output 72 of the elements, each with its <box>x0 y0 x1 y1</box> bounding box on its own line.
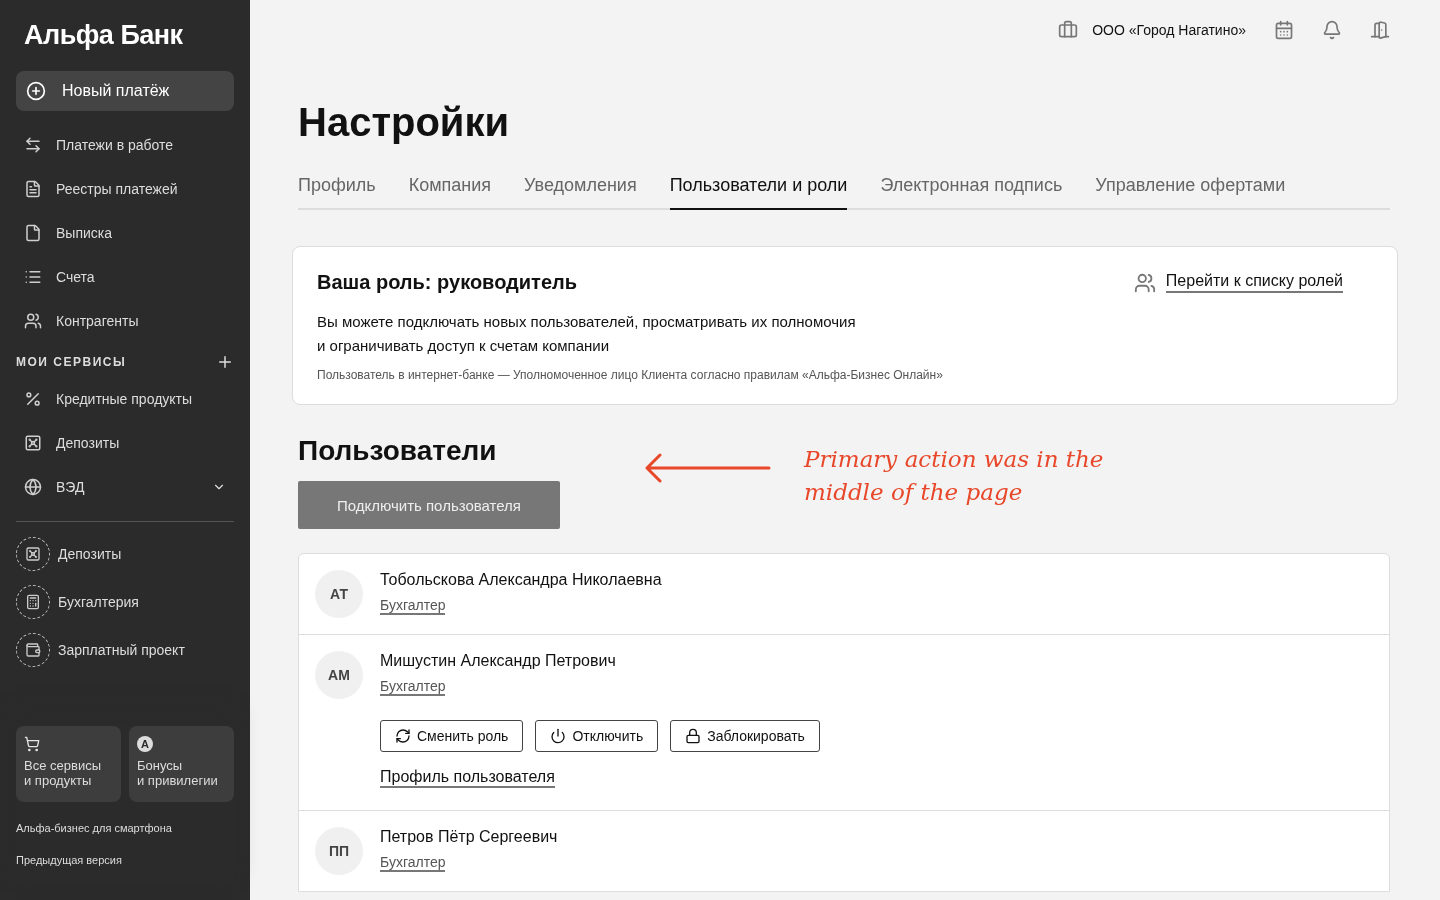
role-note: Пользователь в интернет-банке — Уполномоченное лицо Клиента согласно правилам «Альфа-Бизнес Онлайн» <box>317 368 944 382</box>
user-name: Петров Пётр Сергеевич <box>380 828 558 846</box>
user-name: Тобольскова Александра Николаевна <box>380 571 662 589</box>
tab[interactable]: Компания <box>408 175 492 210</box>
footer-link[interactable]: Предыдущая версия <box>16 854 234 866</box>
wallet-icon <box>25 642 41 658</box>
company-name[interactable]: ООО «Город Нагатино» <box>1092 22 1246 38</box>
file-icon <box>24 224 42 242</box>
calculator-icon <box>25 594 41 610</box>
role-link[interactable]: Бухгалтер <box>380 678 446 696</box>
add-icon[interactable] <box>216 353 234 371</box>
add-user-button[interactable]: Подключить пользователя <box>298 481 560 529</box>
role-link[interactable]: Бухгалтер <box>380 597 446 615</box>
nav-item[interactable]: Реестры платежей <box>16 167 234 211</box>
role-description: Вы можете подключать новых пользователей, просматривать их полномочия и ограничивать доступ к счетам компании <box>317 312 857 356</box>
bonus-icon: A <box>137 736 153 752</box>
tab[interactable]: Профиль <box>298 175 376 210</box>
action-button[interactable]: Заблокировать <box>670 720 820 752</box>
avatar: АМ <box>315 651 363 699</box>
tab[interactable]: Управление офертами <box>1095 175 1286 210</box>
nav-item[interactable]: Платежи в работе <box>16 123 234 167</box>
footer-link[interactable]: Альфа-бизнес для смартфона <box>16 822 234 834</box>
document-icon <box>24 180 42 198</box>
nav-item[interactable]: Выписка <box>16 211 234 255</box>
nav-item[interactable]: Кредитные продукты <box>16 377 234 421</box>
percent-icon <box>24 390 42 408</box>
calendar-icon[interactable] <box>1274 20 1294 40</box>
tab[interactable]: Электронная подпись <box>880 175 1063 210</box>
tab[interactable]: Уведомления <box>524 175 637 210</box>
logo: Альфа Банк <box>24 20 184 51</box>
safe-icon <box>25 546 41 562</box>
people-icon <box>24 312 42 330</box>
lock-icon <box>685 728 702 744</box>
nav-item[interactable]: ВЭД <box>16 465 234 509</box>
nav-item[interactable]: Депозиты <box>16 421 234 465</box>
service-item[interactable]: Бухгалтерия <box>16 578 234 626</box>
new-payment-button[interactable]: Новый платёж <box>16 71 234 111</box>
action-button[interactable]: Сменить роль <box>380 720 524 752</box>
service-tile[interactable]: Все сервисы и продукты <box>16 726 121 802</box>
card-title: Ваша роль: руководитель <box>317 271 577 294</box>
globe-icon <box>24 478 42 496</box>
plus-icon <box>26 81 46 101</box>
tab[interactable]: Пользователи и роли <box>669 175 848 210</box>
annotation: Primary action was in the middle of the page <box>804 445 1104 507</box>
service-tile[interactable]: A Бонусы и привилегии <box>129 726 234 802</box>
tile-label: Все сервисы и продукты <box>24 758 102 788</box>
role-link[interactable]: Бухгалтер <box>380 854 446 872</box>
users-icon <box>1133 271 1156 294</box>
page-title: Настройки <box>298 100 511 145</box>
bell-icon[interactable] <box>1322 20 1342 40</box>
user-name: Мишустин Александр Петрович <box>380 652 616 670</box>
roles-link[interactable]: Перейти к списку ролей <box>1165 272 1343 293</box>
refresh-icon <box>395 728 411 744</box>
cart-icon <box>24 736 40 752</box>
section-title: Пользователи <box>298 435 497 467</box>
avatar: АТ <box>315 570 363 618</box>
arrows-icon <box>24 136 42 154</box>
profile-link[interactable]: Профиль пользователя <box>380 768 555 788</box>
action-button[interactable]: Отключить <box>535 720 659 752</box>
tile-label: Бонусы и привилегии <box>137 758 219 788</box>
nav-item[interactable]: Контрагенты <box>16 299 234 343</box>
service-item[interactable]: Зарплатный проект <box>16 626 234 674</box>
logout-icon[interactable] <box>1370 20 1390 40</box>
arrow-icon <box>644 451 772 485</box>
safe-icon <box>24 434 42 452</box>
power-icon <box>550 728 567 744</box>
nav-item[interactable]: Счета <box>16 255 234 299</box>
list-icon <box>24 268 42 286</box>
section-heading: МОИ СЕРВИСЫ <box>16 355 127 369</box>
service-item[interactable]: Депозиты <box>16 530 234 578</box>
briefcase-icon <box>1058 20 1079 40</box>
avatar: ПП <box>315 827 363 875</box>
